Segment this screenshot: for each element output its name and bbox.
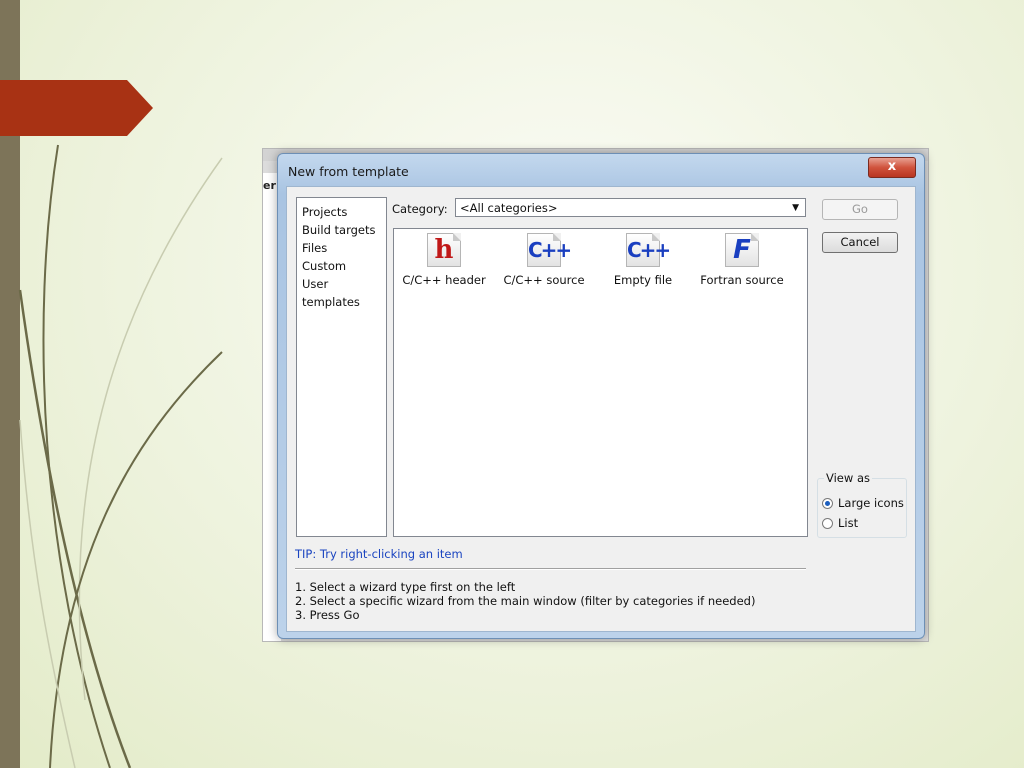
template-fortran-source[interactable]: F Fortran source: [692, 233, 792, 287]
dialog-client-area: Projects Build targets Files Custom User…: [286, 186, 916, 632]
cancel-button[interactable]: Cancel: [822, 232, 898, 253]
empty-file-icon: C++: [626, 233, 671, 267]
large-icons-radio[interactable]: [822, 497, 833, 509]
wizard-item-custom[interactable]: Custom: [297, 257, 386, 275]
category-select[interactable]: <All categories> ▼: [455, 198, 806, 217]
wizard-item-files[interactable]: Files: [297, 239, 386, 257]
template-label: C/C++ source: [503, 273, 585, 287]
view-as-group: View as Large icons List: [817, 471, 907, 538]
separator: [295, 568, 806, 570]
dialog-title: New from template: [288, 164, 409, 179]
template-cpp-header[interactable]: h C/C++ header: [394, 233, 494, 287]
wizard-item-user-templates[interactable]: User templates: [297, 275, 386, 309]
chevron-down-icon: ▼: [792, 203, 799, 213]
instruction-step-3: 3. Press Go: [295, 608, 360, 622]
fortran-source-file-icon: F: [725, 233, 759, 267]
template-label: Empty file: [613, 273, 673, 287]
tip-text: TIP: Try right-clicking an item: [295, 547, 463, 561]
template-cpp-source[interactable]: C++ C/C++ source: [494, 233, 594, 287]
wizard-type-list[interactable]: Projects Build targets Files Custom User…: [296, 197, 387, 537]
view-list-option[interactable]: List: [822, 516, 858, 530]
instruction-step-2: 2. Select a specific wizard from the mai…: [295, 594, 756, 608]
go-button[interactable]: Go: [822, 199, 898, 220]
wizard-item-build-targets[interactable]: Build targets: [297, 221, 386, 239]
list-label: List: [838, 516, 859, 530]
template-grid: h C/C++ header C++ C/C++ source C++ Empt…: [393, 228, 808, 537]
large-icons-label: Large icons: [838, 496, 904, 510]
instructions: 1. Select a wizard type first on the lef…: [295, 580, 755, 622]
cpp-source-file-icon: C++: [527, 233, 572, 267]
instruction-step-1: 1. Select a wizard type first on the lef…: [295, 580, 516, 594]
background-side-text: er: [263, 179, 276, 192]
template-label: Fortran source: [700, 273, 784, 287]
view-as-legend: View as: [824, 471, 872, 485]
category-selected-value: <All categories>: [460, 201, 558, 215]
template-label: C/C++ header: [402, 273, 486, 287]
close-button[interactable]: x: [868, 157, 916, 178]
cpp-header-file-icon: h: [427, 233, 461, 267]
new-from-template-dialog: New from template x Projects Build targe…: [277, 153, 925, 639]
template-empty-file[interactable]: C++ Empty file: [593, 233, 693, 287]
view-large-icons-option[interactable]: Large icons: [822, 496, 904, 510]
list-radio[interactable]: [822, 517, 833, 529]
category-label: Category:: [392, 202, 448, 216]
slide-decorative-curves: [18, 144, 223, 768]
wizard-item-projects[interactable]: Projects: [297, 203, 386, 221]
